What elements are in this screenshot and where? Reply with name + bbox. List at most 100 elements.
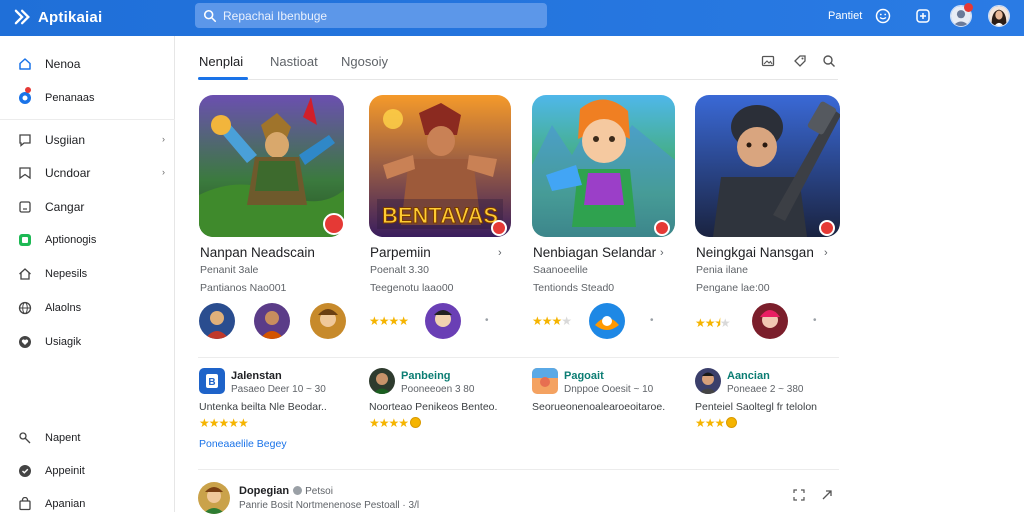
app-card[interactable]: Nenbiagan Selandar › Saanoeelile Tention… [532, 95, 682, 350]
heart-icon [17, 335, 32, 350]
sidebar-item-shield[interactable]: Appeinit [0, 458, 175, 484]
app-subtitle: Penia ilane [696, 264, 748, 276]
sidebar-item-label: Usgiian [45, 133, 86, 147]
activity-title[interactable]: Dopegian Petsoi [239, 485, 333, 497]
chevron-right-icon[interactable]: › [498, 247, 502, 259]
app-subtitle: Penanit 3ale [200, 264, 259, 276]
search-bar[interactable] [195, 3, 547, 28]
more-dots-icon[interactable]: • [485, 315, 489, 326]
sidebar-item-label: Ucndoar [45, 166, 91, 180]
sidebar-item-chat[interactable]: Usgiian › [0, 127, 175, 153]
sidebar-item-label: Usiagik [45, 336, 82, 348]
app-green-icon [17, 233, 32, 248]
home-icon [17, 57, 32, 72]
reviewer-avatar [369, 368, 395, 394]
sidebar-item-label: Napent [45, 432, 81, 444]
image-icon[interactable] [760, 53, 776, 69]
sidebar-item-bookmark[interactable]: Ucndoar › [0, 160, 175, 186]
shield-icon [17, 464, 32, 479]
game-art-girl [532, 95, 675, 237]
reviewer-name[interactable]: Pagoait [564, 370, 604, 382]
sidebar-item-globe[interactable]: Alaolns [0, 295, 175, 321]
app-name: Aptikaiai [38, 8, 103, 26]
bookmark-icon [17, 166, 32, 181]
smile-icon[interactable] [874, 7, 892, 25]
chevron-right-icon: › [162, 134, 165, 144]
review-meta: Poneaee 2 ~ 380 [727, 384, 804, 395]
brand[interactable]: Aptikaiai [14, 6, 102, 28]
app-title[interactable]: Nenbiagan Selandar [533, 245, 656, 260]
sidebar-item-app-green[interactable]: Aptionogis [0, 227, 175, 253]
app-thumbnail[interactable] [199, 95, 344, 237]
app-thumbnail[interactable] [695, 95, 840, 237]
friend-avatar[interactable] [310, 303, 346, 339]
svg-text:B: B [208, 377, 215, 388]
review-item[interactable]: Pagoait Dnppoe Ooesit ~ 10 Seorueonenoal… [532, 368, 682, 458]
sidebar-item-bag[interactable]: Apanian [0, 491, 175, 517]
review-item[interactable]: Panbeing Pooneeoen 3 80 Noorteao Penikeo… [369, 368, 519, 458]
sidebar-badge [25, 87, 31, 93]
app-thumbnail[interactable]: BENTAVAS [369, 95, 511, 237]
tag-icon[interactable] [792, 53, 808, 69]
globe-icon [17, 301, 32, 316]
app-card[interactable]: BENTAVAS Parpemiin › Poenalt 3.30 Teegen… [369, 95, 519, 350]
reviewer-name[interactable]: Panbeing [401, 370, 451, 382]
more-dots-icon[interactable]: • [813, 315, 817, 326]
sidebar-item-label: Apanian [45, 498, 86, 510]
app-card[interactable]: Nanpan Neadscain Penanit 3ale Pantianos … [199, 95, 349, 350]
app-title[interactable]: Parpemiin [370, 245, 431, 260]
hot-badge-icon [491, 220, 507, 236]
coin-icon [410, 417, 422, 428]
friend-avatar[interactable] [199, 303, 235, 339]
tab-nastioat[interactable]: Nastioat [270, 54, 318, 69]
reviewer-name[interactable]: Jalenstan [231, 370, 282, 382]
more-dots-icon[interactable]: • [650, 315, 654, 326]
sidebar-item-label: Nepesils [45, 268, 88, 280]
friend-avatar[interactable] [254, 303, 290, 339]
sidebar-item-home[interactable]: Nenoa [0, 51, 175, 77]
key-icon [17, 431, 32, 446]
friend-avatar[interactable] [752, 303, 788, 339]
review-link[interactable]: Poneaaelile Begey [199, 438, 287, 450]
friend-avatar[interactable] [425, 303, 461, 339]
tab-nenplai[interactable]: Nenplai [199, 54, 243, 69]
active-tab-indicator [198, 77, 248, 80]
square-icon [17, 200, 32, 215]
coin-icon [726, 417, 738, 428]
search-icon[interactable] [821, 53, 837, 69]
chevron-right-icon[interactable]: › [660, 247, 664, 259]
share-icon[interactable] [820, 488, 834, 502]
friend-avatar[interactable] [589, 303, 625, 339]
user-avatar[interactable] [988, 5, 1010, 27]
activity-row[interactable]: Dopegian Petsoi Panrie Bosit Nortmenenose… [198, 482, 839, 514]
review-text: Noorteao Penikeos Benteo. [369, 401, 498, 413]
app-card[interactable]: Neingkgai Nansgan › Penia ilane Pengane … [695, 95, 845, 350]
app-meta: Teegenotu laao00 [370, 282, 454, 294]
sidebar-item-label: Cangar [45, 200, 85, 214]
app-thumbnail[interactable] [532, 95, 675, 237]
add-box-icon[interactable] [914, 7, 932, 25]
search-icon [203, 9, 217, 22]
sidebar-item-square[interactable]: Cangar [0, 194, 175, 220]
tab-ngosoiy[interactable]: Ngosoiy [341, 54, 388, 69]
rating-row: ★★⯨★ • [695, 303, 845, 341]
hot-badge-icon [323, 213, 345, 235]
bag-icon [17, 497, 32, 512]
search-input[interactable] [223, 8, 523, 23]
sidebar-item-house[interactable]: Nepesils [0, 261, 175, 287]
game-art-warrior [199, 95, 344, 237]
sidebar-item-key[interactable]: Napent [0, 425, 175, 451]
chevron-right-icon[interactable]: › [824, 247, 828, 259]
expand-icon[interactable] [792, 488, 806, 502]
review-item[interactable]: B Jalenstan Pasaeo Deer 10 ~ 30 Untenka … [199, 368, 349, 458]
rating-row: ★★★★ • [532, 303, 682, 341]
header-link[interactable]: Pantiet [828, 10, 862, 22]
sidebar-item-heart[interactable]: Usiagik [0, 329, 175, 355]
chevron-right-icon: › [162, 167, 165, 177]
app-title[interactable]: Neingkgai Nansgan [696, 245, 814, 260]
rating-row: ★★★★ • [369, 303, 519, 341]
app-title[interactable]: Nanpan Neadscain [200, 245, 315, 260]
app-meta: Pengane lae:00 [696, 282, 770, 294]
review-item[interactable]: Aancian Poneaee 2 ~ 380 Penteiel Saolteg… [695, 368, 845, 458]
reviewer-name[interactable]: Aancian [727, 370, 770, 382]
